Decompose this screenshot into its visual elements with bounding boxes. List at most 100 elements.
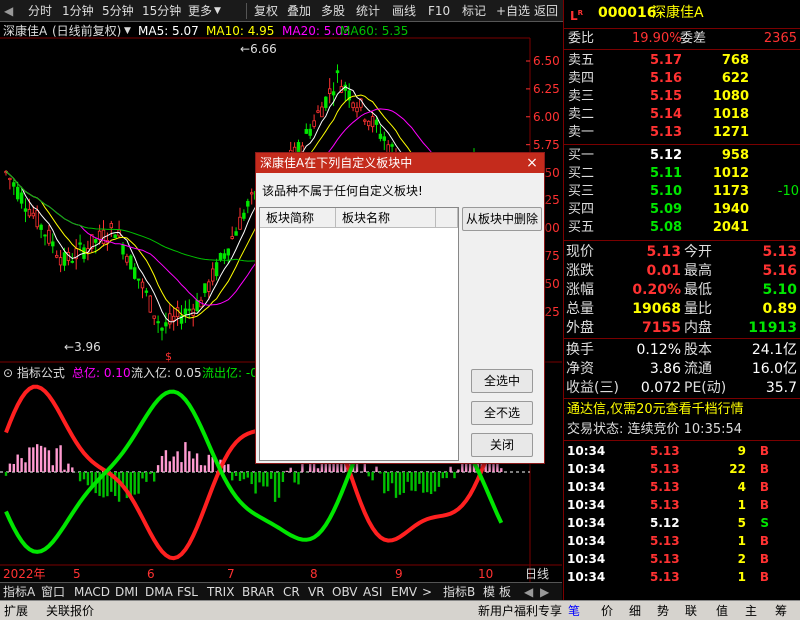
tab-obv[interactable]: OBV [332, 584, 358, 600]
scroll-left-icon[interactable]: ◀ [524, 584, 533, 600]
tab-more-arrow[interactable]: > [422, 584, 432, 600]
toolbar-intraday[interactable]: 分时 [28, 3, 52, 19]
sell-level-row[interactable]: 卖二 5.14 1018 [564, 106, 800, 124]
indicator-bar [12, 463, 15, 472]
indicator-bar [437, 472, 441, 487]
tab-main[interactable]: 主 [745, 603, 757, 619]
scroll-right-icon[interactable]: ▶ [540, 584, 549, 600]
toolbar-stats[interactable]: 统计 [356, 3, 380, 19]
buy-level-row[interactable]: 买一 5.12 958 [564, 147, 800, 165]
order-level-label: 买四 [568, 202, 595, 217]
indicator-bar [250, 472, 253, 485]
tab-cr[interactable]: CR [283, 584, 300, 600]
tab-emv[interactable]: EMV [391, 584, 417, 600]
indicator-label[interactable]: ⊙ 指标公式 [3, 365, 65, 381]
tab-board[interactable]: 板 [499, 584, 511, 600]
indicator-bar [426, 472, 429, 493]
tab-fsl[interactable]: FSL [177, 584, 198, 600]
indicator-bar [433, 472, 437, 492]
tab-macd[interactable]: MACD [74, 584, 110, 600]
toolbar-mark[interactable]: 标记 [462, 3, 486, 19]
tick-time: 10:34 [567, 444, 606, 458]
candle-body [70, 260, 74, 263]
tab-indicator-a[interactable]: 指标A [3, 584, 35, 600]
tab-vr[interactable]: VR [308, 584, 325, 600]
tab-indicator-b[interactable]: 指标B [443, 584, 475, 600]
quote-panel: LR 000016 深康佳Α 委比 19.90% 委差 2365 卖五 5.17 7… [563, 0, 800, 600]
tab-trend[interactable]: 势 [657, 603, 669, 619]
toolbar-back[interactable]: 返回 [534, 3, 558, 19]
indicator-bar [195, 453, 199, 472]
indicator-bar [449, 466, 452, 472]
col-board-name[interactable]: 板块名称 [336, 208, 436, 228]
tab-value[interactable]: 值 [716, 603, 728, 619]
toolbar-15min[interactable]: 15分钟 [142, 3, 181, 19]
candle-body [121, 244, 125, 255]
sell-level-row[interactable]: 卖五 5.17 768 [564, 52, 800, 70]
stat-label: 外盘 [566, 320, 594, 336]
tab-chips[interactable]: 筹 [775, 603, 787, 619]
toolbar-fuquan[interactable]: 复权 [254, 3, 278, 19]
indicator-bar [320, 463, 324, 472]
tab-dma[interactable]: DMA [145, 584, 173, 600]
tab-trix[interactable]: TRIX [207, 584, 234, 600]
price-tick-label: 6.50 [533, 54, 560, 68]
tab-window[interactable]: 窗口 [41, 584, 65, 600]
tab-dmi[interactable]: DMI [115, 584, 138, 600]
toolbar-multi[interactable]: 多股 [321, 3, 345, 19]
tab-prices[interactable]: 价 [601, 603, 613, 619]
weibi-value: 19.90% [632, 31, 682, 46]
chevron-down-icon[interactable]: ▼ [124, 23, 131, 39]
buy-level-row[interactable]: 买四 5.09 1940 [564, 201, 800, 219]
nav-arrow-icon[interactable]: ◀ [4, 3, 13, 19]
toolbar-1min[interactable]: 1分钟 [62, 3, 94, 19]
candle-body [331, 91, 336, 96]
tick-side: B [759, 462, 769, 476]
tab-linked[interactable]: 联 [685, 603, 697, 619]
deselect-all-button[interactable]: 全不选 [471, 401, 533, 425]
tab-asi[interactable]: ASI [363, 584, 382, 600]
candle-body [55, 255, 59, 258]
level-badge-icon: LR [570, 9, 584, 23]
col-board-short[interactable]: 板块简称 [260, 208, 336, 228]
stock-code: 000016 [598, 5, 657, 21]
chevron-down-icon[interactable]: ▼ [214, 3, 221, 19]
indicator-bar [160, 456, 164, 472]
sell-level-row[interactable]: 卖三 5.15 1080 [564, 88, 800, 106]
candle-body [210, 268, 215, 282]
buy-level-row[interactable]: 买五 5.08 2041 [564, 219, 800, 237]
tab-brar[interactable]: BRAR [242, 584, 275, 600]
indicator-bar [441, 472, 444, 479]
fundamental-label: 换手 [566, 342, 594, 358]
order-price: 5.17 [650, 53, 683, 68]
tab-trades[interactable]: 笔 [568, 603, 580, 619]
status-related-quotes[interactable]: 关联报价 [46, 603, 94, 619]
indicator-bar [262, 472, 265, 487]
status-expand[interactable]: 扩展 [4, 603, 28, 619]
sell-level-row[interactable]: 卖四 5.16 622 [564, 70, 800, 88]
board-list[interactable]: 板块简称 板块名称 [259, 207, 459, 461]
sell-level-row[interactable]: 卖一 5.13 1271 [564, 124, 800, 142]
candle-body [62, 252, 67, 266]
toolbar-add-fav[interactable]: +自选 [496, 3, 530, 19]
toolbar-5min[interactable]: 5分钟 [102, 3, 134, 19]
indicator-bar [164, 450, 168, 472]
tab-details[interactable]: 细 [629, 603, 641, 619]
period-label[interactable]: 日线 [525, 566, 549, 582]
date-month-6: 6 [147, 567, 155, 581]
select-all-button[interactable]: 全选中 [471, 369, 533, 393]
toolbar-more[interactable]: 更多 [188, 3, 212, 19]
indicator-bar [43, 447, 47, 472]
status-promo[interactable]: 新用户福利专享 [478, 603, 562, 619]
order-price: 5.15 [650, 89, 683, 104]
buy-level-row[interactable]: 买二 5.11 1012 [564, 165, 800, 183]
close-icon[interactable]: × [523, 154, 541, 172]
toolbar-overlay[interactable]: 叠加 [287, 3, 311, 19]
toolbar-f10[interactable]: F10 [428, 3, 450, 19]
tab-template[interactable]: 模 [483, 584, 495, 600]
toolbar-draw[interactable]: 画线 [392, 3, 416, 19]
buy-level-row[interactable]: 买三 5.10 1173 -10 [564, 183, 800, 201]
remove-from-board-button[interactable]: 从板块中删除 [462, 207, 542, 231]
close-button[interactable]: 关闭 [471, 433, 533, 457]
promo-link[interactable]: 通达信,仅需20元查看千档行情 [564, 401, 800, 419]
